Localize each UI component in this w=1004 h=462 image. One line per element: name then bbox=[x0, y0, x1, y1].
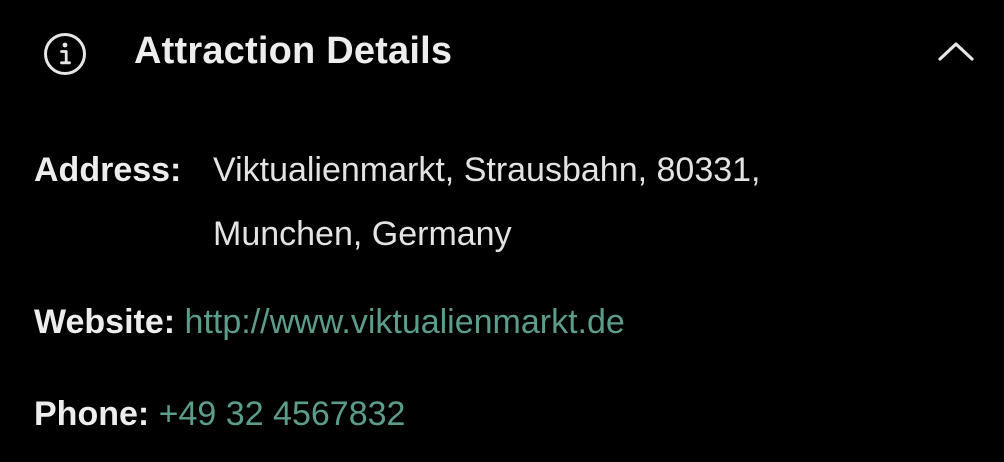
attraction-details-header[interactable]: Attraction Details bbox=[0, 0, 1004, 104]
phone-label: Phone: bbox=[34, 395, 150, 433]
phone-link[interactable]: +49 32 4567832 bbox=[159, 395, 406, 433]
website-link[interactable]: http://www.viktualienmarkt.de bbox=[185, 303, 625, 341]
address-label: Address: bbox=[34, 151, 182, 189]
address-value-line2: Munchen, Germany bbox=[213, 215, 512, 253]
chevron-up-icon[interactable] bbox=[936, 36, 976, 66]
website-row: Website: http://www.viktualienmarkt.de bbox=[34, 290, 625, 354]
phone-row: Phone: +49 32 4567832 bbox=[34, 382, 405, 446]
attraction-details-panel: Attraction Details Address: Viktualienma… bbox=[0, 0, 1004, 462]
website-label: Website: bbox=[34, 303, 176, 341]
info-icon bbox=[42, 31, 88, 77]
address-value-line1: Viktualienmarkt, Strausbahn, 80331, bbox=[213, 151, 761, 189]
section-title: Attraction Details bbox=[134, 30, 453, 72]
